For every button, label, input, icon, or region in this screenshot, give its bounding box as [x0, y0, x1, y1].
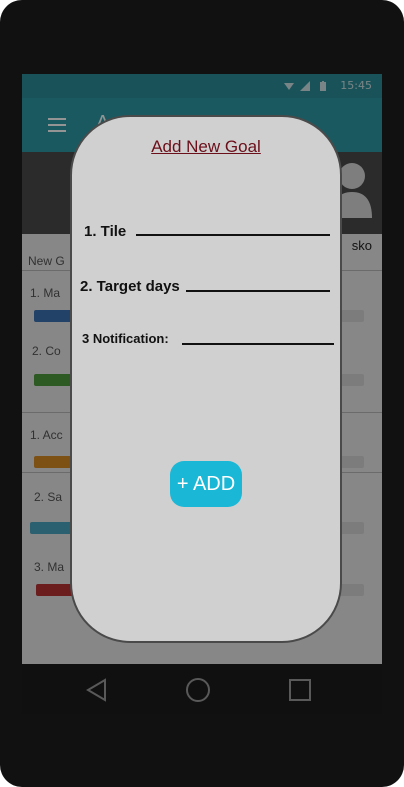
notification-label: 3 Notification:: [82, 331, 169, 346]
add-goal-dialog: Add New Goal 1. Tile 2. Target days 3 No…: [70, 115, 342, 643]
add-button[interactable]: + ADD: [170, 461, 242, 507]
title-input[interactable]: [136, 234, 330, 236]
phone-frame: 15:45 A... sko New G 1. Ma 2. Co 1. Acc …: [0, 0, 404, 787]
target-days-label: 2. Target days: [80, 278, 180, 295]
notification-input[interactable]: [182, 343, 334, 345]
dialog-title: Add New Goal: [151, 137, 261, 156]
title-label: 1. Tile: [84, 223, 127, 240]
target-days-input[interactable]: [186, 290, 330, 292]
